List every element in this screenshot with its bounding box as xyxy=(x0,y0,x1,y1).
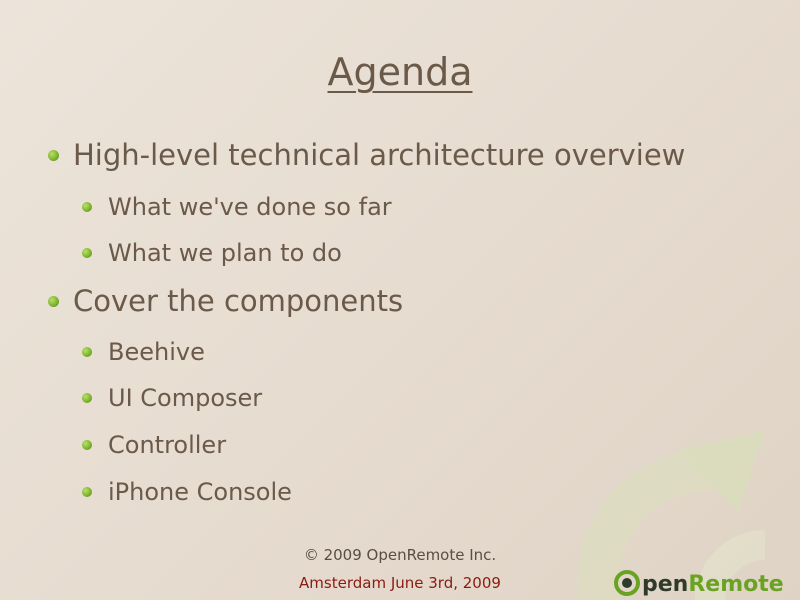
list-item: Controller xyxy=(82,431,226,459)
bullet-icon xyxy=(82,440,92,450)
list-item-text: What we've done so far xyxy=(108,193,392,221)
bullet-icon xyxy=(48,295,59,307)
bullet-icon xyxy=(48,149,59,161)
footer-copyright: © 2009 OpenRemote Inc. xyxy=(303,546,497,564)
logo-suffix: Remote xyxy=(688,572,783,597)
list-item-text: Beehive xyxy=(108,338,205,366)
bullet-icon xyxy=(82,248,92,258)
list-item: Beehive xyxy=(82,338,205,366)
list-item-text: What we plan to do xyxy=(108,239,342,267)
list-item-text: High-level technical architecture overvi… xyxy=(73,138,686,172)
bullet-icon xyxy=(82,393,92,403)
slide: Agenda High-level technical architecture… xyxy=(0,0,800,600)
list-item: High-level technical architecture overvi… xyxy=(48,138,685,172)
list-item: Cover the components xyxy=(48,284,403,318)
list-item: What we've done so far xyxy=(82,193,392,221)
logo-prefix: pen xyxy=(642,572,688,597)
svg-text:penRemote: penRemote xyxy=(642,572,784,597)
openremote-logo-icon: penRemote xyxy=(614,570,784,597)
list-item-text: Cover the components xyxy=(73,284,404,318)
list-item: iPhone Console xyxy=(82,478,292,506)
bullet-icon xyxy=(82,202,92,212)
list-item-text: iPhone Console xyxy=(108,478,292,506)
slide-title: Agenda xyxy=(327,50,473,94)
list-item-text: UI Composer xyxy=(108,384,263,412)
bullet-icon xyxy=(82,487,92,497)
bullet-icon xyxy=(82,347,92,357)
list-item: What we plan to do xyxy=(82,239,342,267)
list-item-text: Controller xyxy=(108,431,227,459)
list-item: UI Composer xyxy=(82,384,262,412)
